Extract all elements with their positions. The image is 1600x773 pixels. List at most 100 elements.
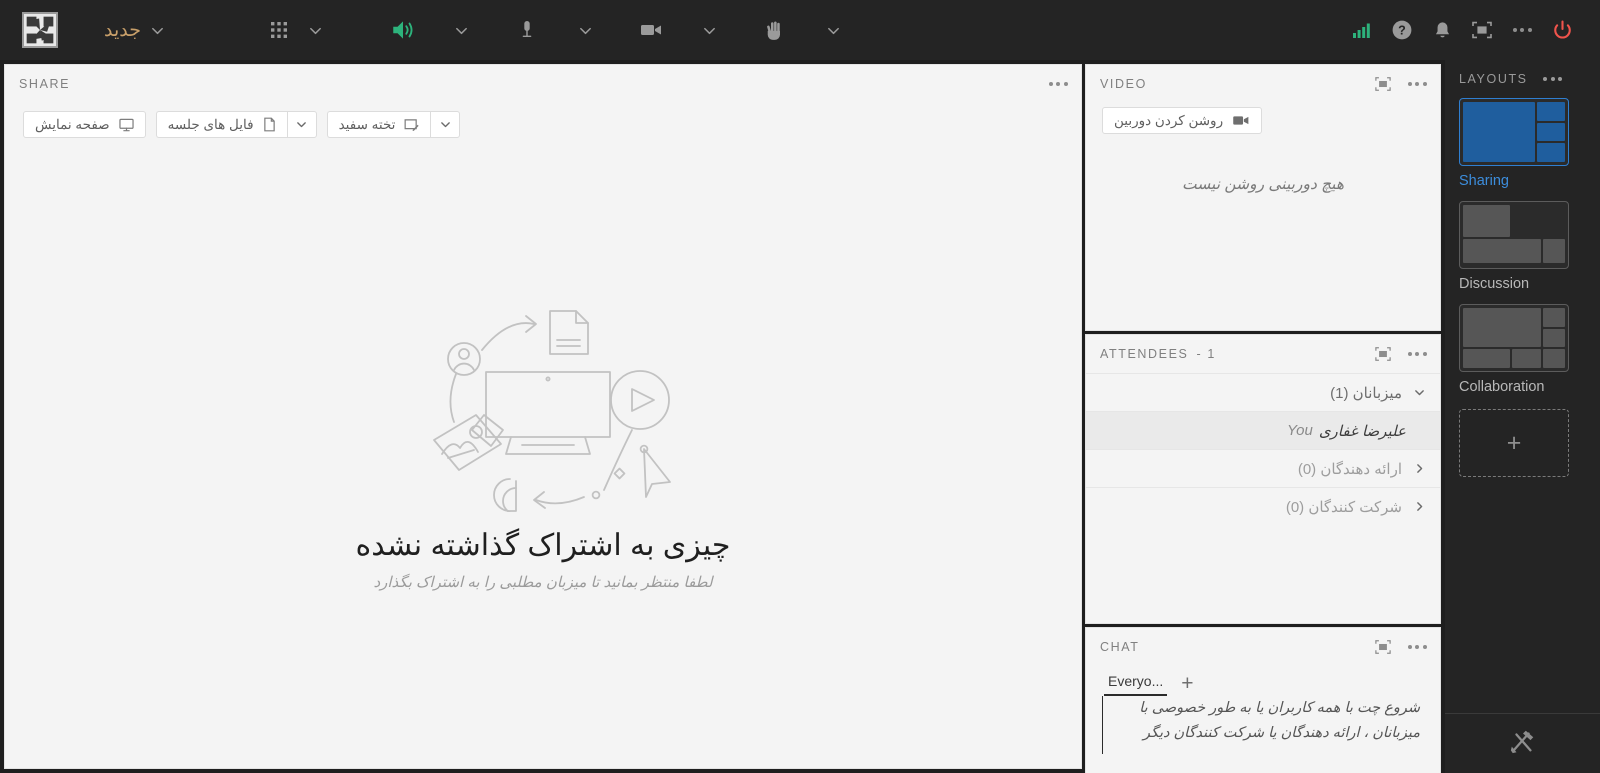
more-options-icon[interactable] — [1404, 634, 1430, 660]
popout-pod-icon[interactable] — [1370, 634, 1396, 660]
share-pod-title: SHARE — [19, 77, 71, 91]
attendee-group-hosts[interactable]: میزبانان (1) — [1086, 373, 1440, 411]
chevron-down-icon — [297, 122, 306, 128]
share-pod: SHARE صفحه نمایش فایل های جلسه تخته سفید… — [5, 65, 1081, 768]
speaker-group — [383, 10, 479, 50]
attendees-count: - 1 — [1196, 347, 1216, 361]
chevron-down-icon[interactable] — [693, 13, 727, 47]
chat-tabs: Everyo... + — [1086, 666, 1440, 696]
attendee-group-label: میزبانان (1) — [1330, 384, 1402, 402]
share-empty-heading: چیزی به اشتراک گذاشته نشده — [355, 529, 731, 562]
raise-hand-group — [755, 10, 851, 50]
video-pod-header: VIDEO — [1086, 65, 1440, 103]
share-documents-label: فایل های جلسه — [167, 116, 254, 132]
chat-tab-everyone[interactable]: Everyo... — [1104, 673, 1168, 696]
meeting-name[interactable]: جدید — [104, 19, 141, 42]
bell-icon[interactable] — [1422, 10, 1462, 50]
more-options-icon[interactable] — [1540, 66, 1566, 92]
layout-item-collaboration[interactable]: Collaboration — [1459, 304, 1586, 395]
share-pod-header: SHARE — [5, 65, 1081, 103]
layouts-header: LAYOUTS — [1445, 60, 1600, 98]
raise-hand-icon[interactable] — [755, 10, 795, 50]
more-options-icon[interactable] — [1404, 341, 1430, 367]
attendees-pod: ATTENDEES - 1 میزبانان (1) علیرضا غفاری … — [1086, 335, 1440, 623]
microphone-icon[interactable] — [507, 10, 547, 50]
chevron-down-icon[interactable] — [569, 13, 603, 47]
video-pod-title: VIDEO — [1100, 77, 1147, 91]
layout-thumbnail-sharing — [1459, 98, 1569, 166]
thumb-cell — [1463, 308, 1542, 348]
attendee-group-presenters[interactable]: ارائه دهندگان (0) — [1086, 449, 1440, 487]
thumb-cell — [1463, 349, 1510, 368]
prepare-mode-bar — [1445, 713, 1600, 773]
chevron-down-icon[interactable] — [141, 13, 175, 47]
attendee-group-label: ارائه دهندگان (0) — [1297, 460, 1402, 478]
share-empty-subtext: لطفا منتظر بمانید تا میزبان مطلبی را به … — [373, 574, 713, 591]
share-pod-actions — [1045, 65, 1071, 103]
thumb-cell — [1463, 102, 1535, 162]
layout-label-collaboration: Collaboration — [1459, 379, 1545, 395]
microphone-group — [507, 10, 603, 50]
share-screen-button[interactable]: صفحه نمایش — [23, 111, 146, 138]
layout-thumbnail-discussion — [1459, 201, 1569, 269]
top-toolbar: جدید ? — [0, 0, 1600, 60]
share-toolbar: صفحه نمایش فایل های جلسه تخته سفید — [5, 111, 1081, 138]
power-end-meeting-icon[interactable] — [1542, 10, 1582, 50]
layout-item-discussion[interactable]: Discussion — [1459, 201, 1586, 292]
layout-item-sharing[interactable]: Sharing — [1459, 98, 1586, 189]
dots-glyph — [1407, 645, 1427, 649]
share-documents-button[interactable]: فایل های جلسه — [155, 111, 287, 138]
apps-group — [259, 10, 333, 50]
connection-status-bars-icon[interactable] — [1342, 10, 1382, 50]
start-camera-label: روشن کردن دوربین — [1114, 112, 1224, 128]
thumb-cell — [1543, 328, 1565, 348]
video-toolbar: روشن کردن دوربین — [1086, 107, 1440, 134]
more-options-icon[interactable] — [1404, 71, 1430, 97]
more-options-icon[interactable] — [1045, 71, 1071, 97]
meeting-stage: SHARE صفحه نمایش فایل های جلسه تخته سفید… — [0, 60, 1445, 773]
layouts-sidebar: LAYOUTS Sharing Discussion Collaboration… — [1445, 60, 1600, 773]
prepare-mode-tools-icon[interactable] — [1508, 727, 1538, 760]
popout-pod-icon[interactable] — [1370, 341, 1396, 367]
attendee-group-label: شرکت کنندگان (0) — [1285, 498, 1402, 516]
popout-pod-icon[interactable] — [1370, 71, 1396, 97]
thumb-cell — [1543, 349, 1565, 368]
plus-icon[interactable]: + — [1173, 673, 1201, 696]
thumb-cell — [1543, 239, 1565, 263]
whiteboard-icon — [404, 118, 420, 131]
svg-text:?: ? — [1398, 24, 1406, 38]
attendee-you-label: You — [1286, 422, 1313, 439]
dots-glyph — [1048, 82, 1068, 86]
help-question-icon[interactable]: ? — [1382, 10, 1422, 50]
thumb-cell — [1543, 308, 1565, 327]
add-layout-button[interactable]: + — [1459, 409, 1569, 477]
grid-apps-icon[interactable] — [259, 10, 299, 50]
speaker-on-icon[interactable] — [383, 10, 423, 50]
dots-glyph — [1407, 82, 1427, 86]
share-documents-split: فایل های جلسه — [155, 111, 317, 138]
chevron-down-icon — [441, 122, 450, 128]
chevron-down-icon[interactable] — [445, 13, 479, 47]
attendee-row-host-1[interactable]: علیرضا غفاری You — [1086, 411, 1440, 449]
share-whiteboard-label: تخته سفید — [338, 116, 396, 132]
dots-glyph — [1407, 352, 1427, 356]
share-whiteboard-caret[interactable] — [430, 111, 461, 138]
chevron-down-icon[interactable] — [817, 13, 851, 47]
layouts-title: LAYOUTS — [1459, 72, 1528, 86]
share-documents-caret[interactable] — [286, 111, 317, 138]
video-camera-icon[interactable] — [631, 10, 671, 50]
chat-scrollbar[interactable] — [1102, 696, 1103, 754]
fullscreen-icon[interactable] — [1462, 10, 1502, 50]
share-content-illustration — [433, 310, 671, 512]
adobe-connect-logo-icon — [22, 12, 58, 48]
attendee-group-participants[interactable]: شرکت کنندگان (0) — [1086, 487, 1440, 525]
chevron-right-icon — [1412, 462, 1426, 475]
attendees-pod-actions — [1370, 335, 1430, 373]
plus-icon: + — [1506, 428, 1522, 457]
chat-pod-title: CHAT — [1100, 640, 1140, 654]
camera-group — [631, 10, 727, 50]
chevron-down-icon[interactable] — [299, 13, 333, 47]
start-camera-button[interactable]: روشن کردن دوربین — [1102, 107, 1263, 134]
share-whiteboard-button[interactable]: تخته سفید — [326, 111, 431, 138]
more-options-icon[interactable] — [1502, 10, 1542, 50]
